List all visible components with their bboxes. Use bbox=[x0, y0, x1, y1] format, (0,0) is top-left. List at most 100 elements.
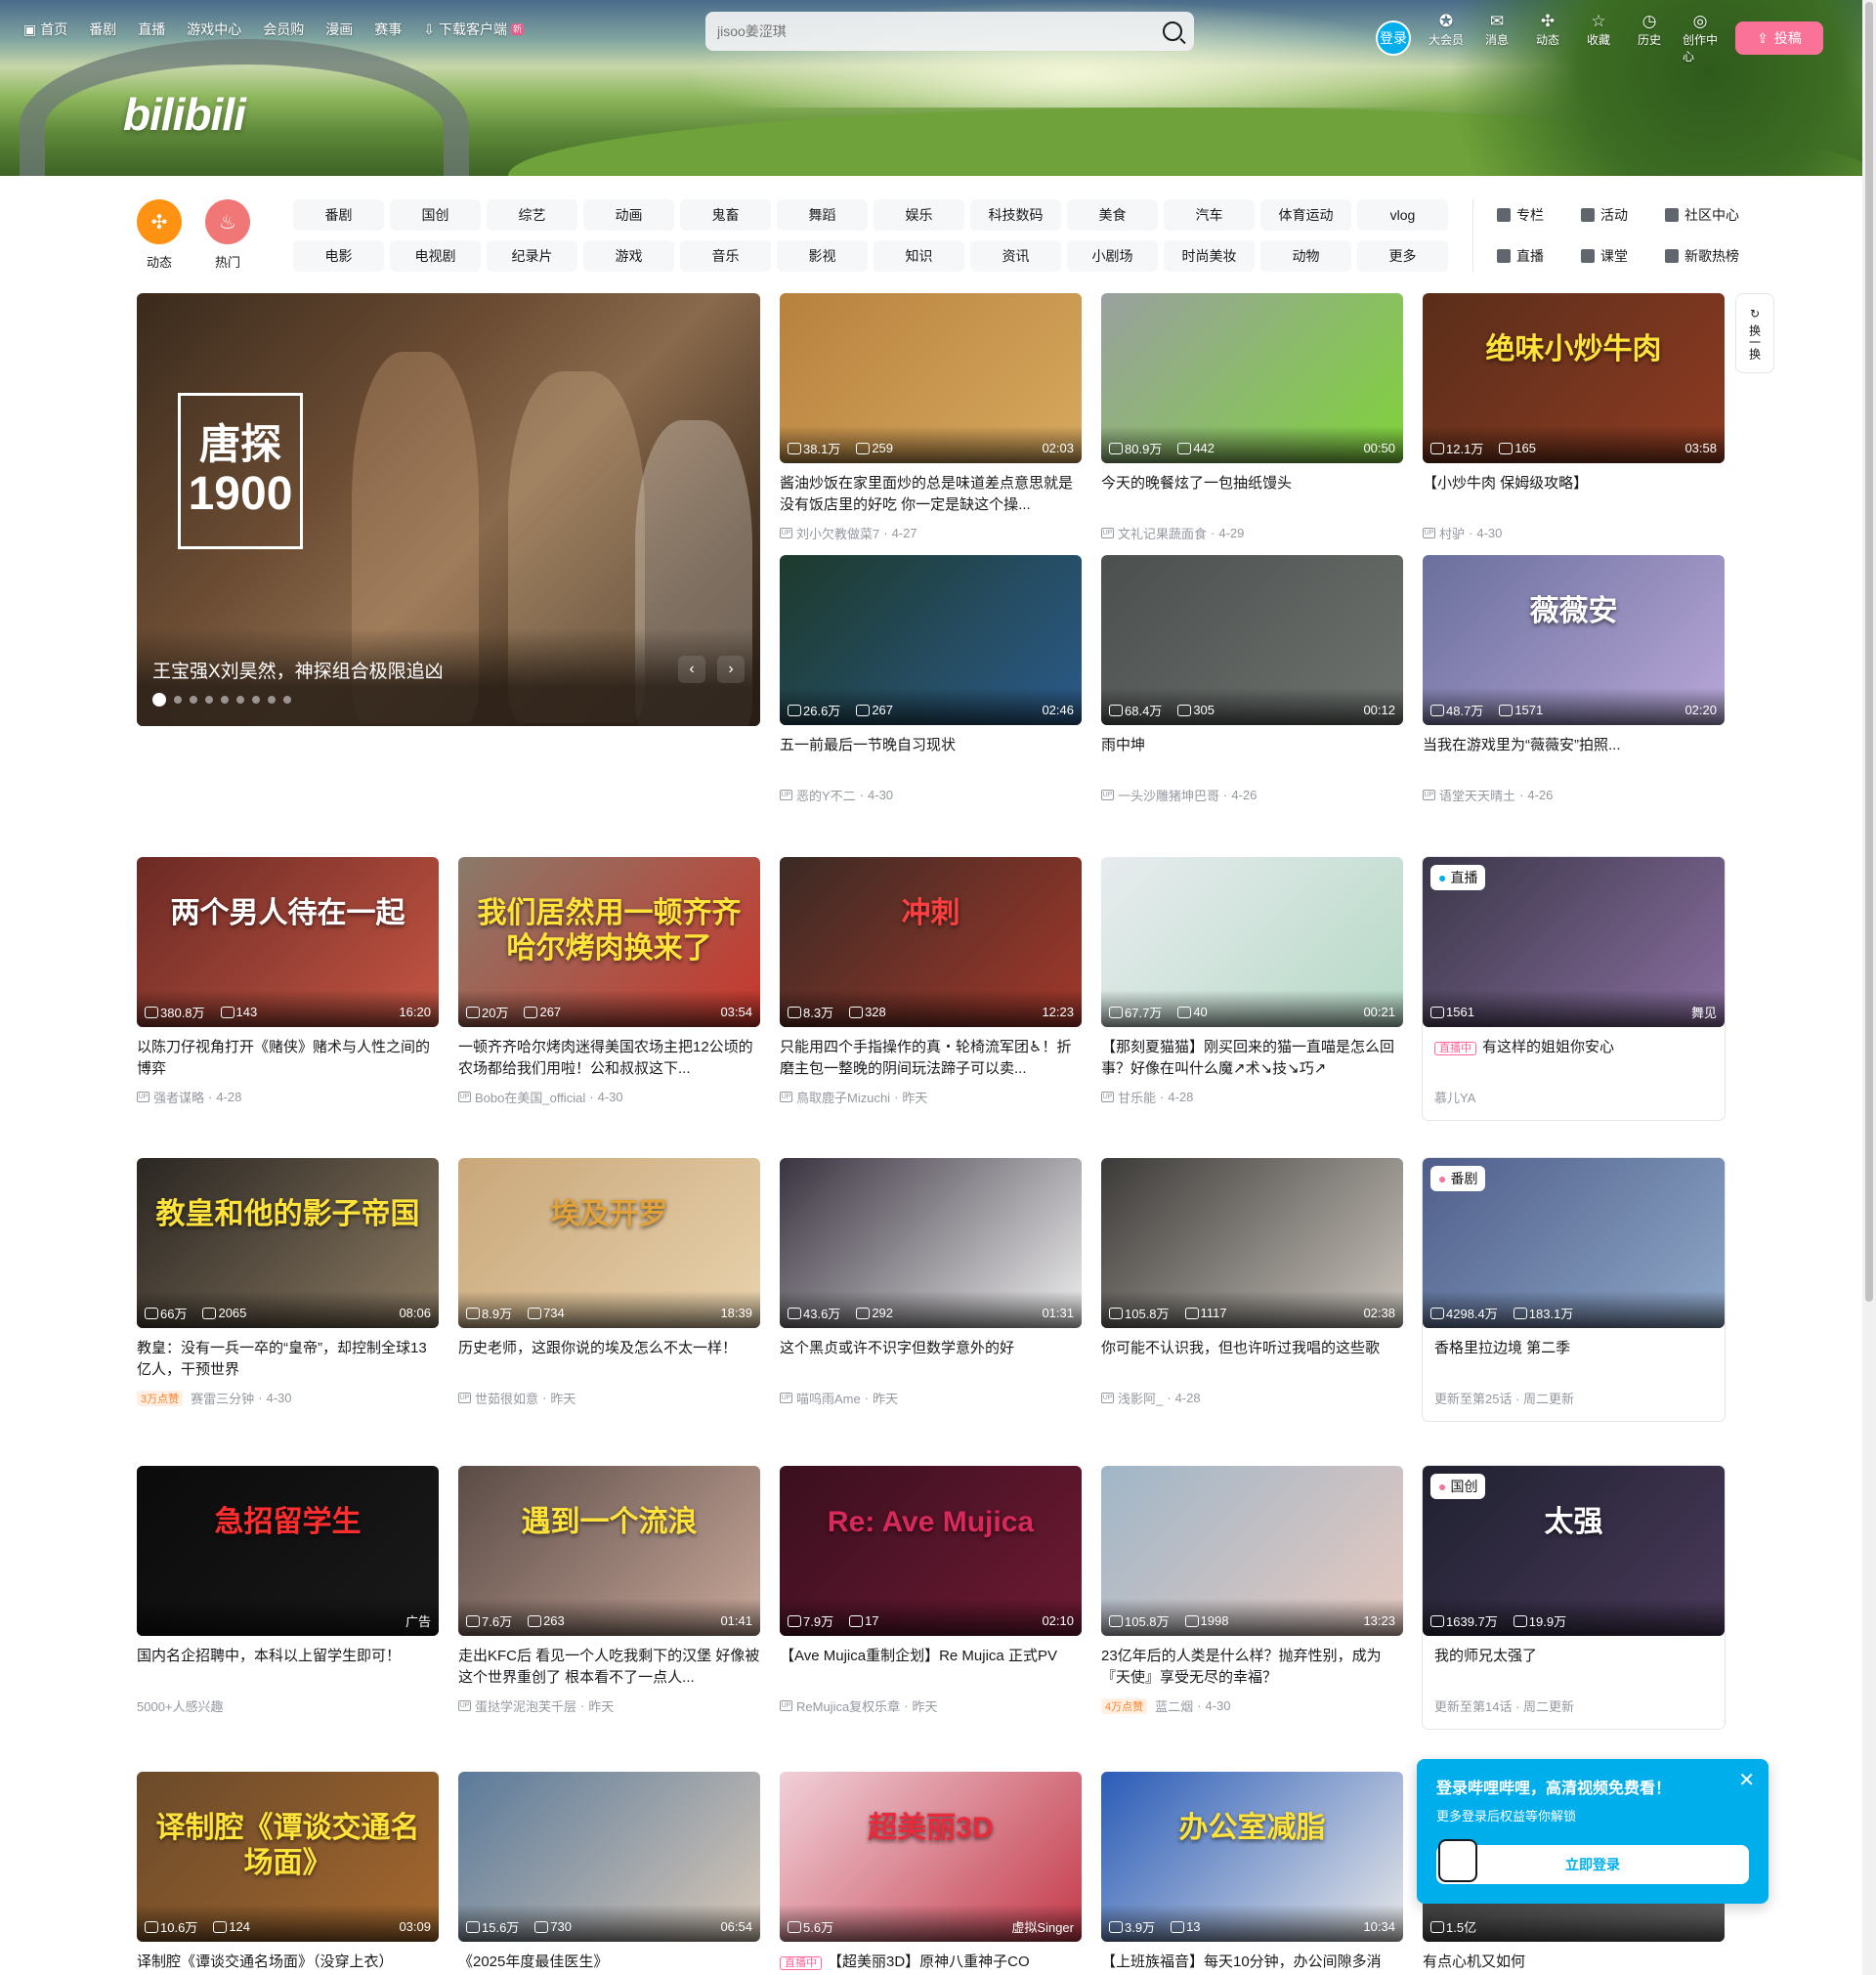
right-nav-message[interactable]: ✉ 消息 bbox=[1479, 12, 1514, 64]
video-title[interactable]: 你可能不认识我，但也许听过我唱的这些歌 bbox=[1101, 1338, 1403, 1381]
right-nav-star[interactable]: ☆ 收藏 bbox=[1581, 12, 1616, 64]
video-title[interactable]: 一顿齐齐哈尔烤肉迷得美国农场主把12公顷的农场都给我们用啦！公和叔叔这下... bbox=[458, 1037, 760, 1080]
carousel-dot[interactable] bbox=[221, 696, 229, 704]
video-thumbnail[interactable]: 冲刺 8.3万 328 12:23 bbox=[780, 857, 1082, 1027]
bilibili-logo[interactable]: bilibili bbox=[123, 88, 246, 141]
video-title[interactable]: 教皇：没有一兵一卒的“皇帝”，却控制全球13亿人，干预世界 bbox=[137, 1338, 439, 1381]
video-card[interactable]: 译制腔《谭谈交通名场面》 10.6万 124 03:09 译制腔《谭谈交通名场面》（没穿… bbox=[137, 1772, 439, 1975]
video-thumbnail[interactable]: Re: Ave Mujica 7.9万 17 02:10 bbox=[780, 1466, 1082, 1636]
channel-tag[interactable]: 体育运动 bbox=[1260, 199, 1351, 231]
video-card[interactable]: 超美丽3D 5.6万 虚拟Singer 直播中 【超美丽3D】原神八重神子CO bbox=[780, 1772, 1082, 1975]
carousel-title[interactable]: 王宝强X刘昊然，神探组合极限追凶 bbox=[152, 657, 444, 683]
video-author[interactable]: 语堂天天晴土 bbox=[1439, 786, 1515, 804]
video-title[interactable]: 当我在游戏里为“薇薇安”拍照... bbox=[1423, 735, 1725, 778]
video-thumbnail[interactable]: 绝味小炒牛肉 12.1万 165 03:58 bbox=[1423, 293, 1725, 463]
close-icon[interactable]: ✕ bbox=[1738, 1771, 1755, 1790]
video-author[interactable]: 蛋挞学泥泡芙千层 bbox=[475, 1696, 576, 1715]
video-card[interactable]: 105.8万 1998 13:23 23亿年后的人类是什么样？抛弃性别，成为『天使』享… bbox=[1101, 1466, 1403, 1715]
video-thumbnail[interactable]: 105.8万 1998 13:23 bbox=[1101, 1466, 1403, 1636]
video-card[interactable]: 68.4万 305 00:12 雨中坤 UP 一头沙雕猪坤巴哥 · 4-26 bbox=[1101, 555, 1403, 804]
video-author[interactable]: 更新至第14话 · 周二更新 bbox=[1434, 1696, 1574, 1715]
video-title[interactable]: 【Ave Mujica重制企划】Re Mujica 正式PV bbox=[780, 1646, 1082, 1689]
video-card[interactable]: 67.7万 40 00:21 【那刻夏猫猫】刚买回来的猫一直喵是怎么回事？好像在叫什么… bbox=[1101, 857, 1403, 1106]
video-author[interactable]: 蓝二烟 bbox=[1155, 1696, 1193, 1715]
video-card[interactable]: 15.6万 730 06:54 《2025年度最佳医生》 bbox=[458, 1772, 760, 1975]
channel-tag[interactable]: 国创 bbox=[390, 199, 481, 231]
search-icon[interactable] bbox=[1163, 21, 1182, 41]
video-card[interactable]: 遇到一个流浪 7.6万 263 01:41 走出KFC后 看见一个人吃我剩下的汉堡 好像… bbox=[458, 1466, 760, 1715]
video-author[interactable]: 鳥取鹿子Mizuchi bbox=[796, 1088, 890, 1106]
video-thumbnail[interactable]: 38.1万 259 02:03 bbox=[780, 293, 1082, 463]
video-thumbnail[interactable]: 105.8万 1117 02:38 bbox=[1101, 1158, 1403, 1328]
video-author[interactable]: ReMujica复权乐章 bbox=[796, 1696, 900, 1715]
carousel-prev-button[interactable]: ‹ bbox=[678, 656, 705, 683]
video-author[interactable]: 恶的Y不二 bbox=[796, 786, 856, 804]
carousel-dot[interactable] bbox=[152, 693, 166, 707]
video-title[interactable]: 香格里拉边境 第二季 bbox=[1423, 1338, 1725, 1381]
carousel-dot[interactable] bbox=[268, 696, 276, 704]
video-thumbnail[interactable]: 办公室减脂 3.9万 13 10:34 bbox=[1101, 1772, 1403, 1942]
video-thumbnail[interactable]: 急招留学生 广告 bbox=[137, 1466, 439, 1636]
video-card[interactable]: 薇薇安 48.7万 1571 02:20 当我在游戏里为“薇薇安”拍照... UP 语堂天天… bbox=[1423, 555, 1725, 804]
hero-carousel[interactable]: 唐探 1900 王宝强X刘昊然，神探组合极限追凶 ‹ › bbox=[137, 293, 760, 726]
top-nav-item[interactable]: 赛事 bbox=[374, 20, 402, 39]
video-card[interactable]: 绝味小炒牛肉 12.1万 165 03:58 【小炒牛肉 保姆级攻略】 UP 村驴 · 4-30 bbox=[1423, 293, 1725, 542]
channel-tag[interactable]: 影视 bbox=[777, 240, 868, 272]
channel-right-link[interactable]: 专栏 bbox=[1497, 199, 1575, 231]
scrollbar-thumb[interactable] bbox=[1865, 2, 1873, 1302]
channel-right-link[interactable]: 直播 bbox=[1497, 240, 1575, 272]
carousel-dot[interactable] bbox=[252, 696, 260, 704]
video-card[interactable]: 两个男人待在一起 380.8万 143 16:20 以陈刀仔视角打开《赌侠》赌术与人性之… bbox=[137, 857, 439, 1106]
channel-tag[interactable]: 纪录片 bbox=[487, 240, 577, 272]
channel-tag[interactable]: 综艺 bbox=[487, 199, 577, 231]
video-title[interactable]: 直播中 【超美丽3D】原神八重神子CO bbox=[780, 1952, 1082, 1975]
video-title[interactable]: 直播中 有这样的姐姐你安心 bbox=[1423, 1037, 1725, 1080]
channel-right-link[interactable]: 新歌热榜 bbox=[1665, 240, 1743, 272]
channel-tag[interactable]: 知识 bbox=[874, 240, 964, 272]
video-thumbnail[interactable]: 26.6万 267 02:46 bbox=[780, 555, 1082, 725]
video-author[interactable]: 强者谋略 bbox=[153, 1088, 204, 1106]
video-title[interactable]: 只能用四个手指操作的真・轮椅流军团♿！折磨主包一整晚的阴间玩法蹄子可以卖... bbox=[780, 1037, 1082, 1080]
video-author[interactable]: 世茹很如意 bbox=[475, 1389, 538, 1407]
channel-tag[interactable]: 资讯 bbox=[970, 240, 1061, 272]
channel-tag[interactable]: 动画 bbox=[583, 199, 674, 231]
video-thumbnail[interactable]: 遇到一个流浪 7.6万 263 01:41 bbox=[458, 1466, 760, 1636]
video-author[interactable]: 刘小欠教做菜7 bbox=[796, 524, 879, 542]
video-title[interactable]: 这个黑贞或许不识字但数学意外的好 bbox=[780, 1338, 1082, 1381]
channel-tag[interactable]: 游戏 bbox=[583, 240, 674, 272]
channel-tag[interactable]: vlog bbox=[1357, 199, 1448, 231]
right-nav-bulb[interactable]: ◎ 创作中心 bbox=[1683, 12, 1718, 64]
video-title[interactable]: 雨中坤 bbox=[1101, 735, 1403, 778]
channel-tag[interactable]: 更多 bbox=[1357, 240, 1448, 272]
channel-right-link[interactable]: 社区中心 bbox=[1665, 199, 1743, 231]
video-author[interactable]: 村驴 bbox=[1439, 524, 1465, 542]
video-author[interactable]: 一头沙雕猪坤巴哥 bbox=[1118, 786, 1219, 804]
video-thumbnail[interactable]: 67.7万 40 00:21 bbox=[1101, 857, 1403, 1027]
channel-tag[interactable]: 番剧 bbox=[293, 199, 384, 231]
video-card[interactable]: 太强 ● 国创 1639.7万 19.9万 我的师兄太强了 更新至第14话 · 周二更新 bbox=[1423, 1466, 1725, 1729]
carousel-dot[interactable] bbox=[190, 696, 197, 704]
video-title[interactable]: 【上班族福音】每天10分钟，办公间隙多消 bbox=[1101, 1952, 1403, 1975]
channel-tag[interactable]: 舞蹈 bbox=[777, 199, 868, 231]
carousel-dot[interactable] bbox=[283, 696, 291, 704]
video-card[interactable]: ● 直播 1561 舞见 直播中 有这样的姐姐你安心 慕儿YA bbox=[1423, 857, 1725, 1120]
video-title[interactable]: 23亿年后的人类是什么样？抛弃性别，成为『天使』享受无尽的幸福？ bbox=[1101, 1646, 1403, 1689]
upload-button[interactable]: ⇪ 投稿 bbox=[1735, 21, 1823, 55]
video-card[interactable]: 办公室减脂 3.9万 13 10:34 【上班族福音】每天10分钟，办公间隙多消 bbox=[1101, 1772, 1403, 1975]
video-title[interactable]: 【那刻夏猫猫】刚买回来的猫一直喵是怎么回事？好像在叫什么魔↗术↘技↘巧↗ bbox=[1101, 1037, 1403, 1080]
top-nav-item[interactable]: 漫画 bbox=[325, 20, 353, 39]
video-title[interactable]: 酱油炒饭在家里面炒的总是味道差点意思就是没有饭店里的好吃 你一定是缺这个操... bbox=[780, 473, 1082, 516]
video-thumbnail[interactable]: 我们居然用一顿齐齐哈尔烤肉换来了 20万 267 03:54 bbox=[458, 857, 760, 1027]
video-author[interactable]: 文礼记果蔬面食 bbox=[1118, 524, 1207, 542]
video-author[interactable]: 5000+人感兴趣 bbox=[137, 1696, 224, 1715]
carousel-dot[interactable] bbox=[236, 696, 244, 704]
channel-tag[interactable]: 音乐 bbox=[680, 240, 771, 272]
video-title[interactable]: 《2025年度最佳医生》 bbox=[458, 1952, 760, 1975]
video-author[interactable]: 赛雷三分钟 bbox=[191, 1389, 254, 1407]
video-title[interactable]: 【小炒牛肉 保姆级攻略】 bbox=[1423, 473, 1725, 516]
video-card[interactable]: 105.8万 1117 02:38 你可能不认识我，但也许听过我唱的这些歌 UP 浅影阿_… bbox=[1101, 1158, 1403, 1407]
video-title[interactable]: 历史老师，这跟你说的埃及怎么不太一样！ bbox=[458, 1338, 760, 1381]
channel-hot[interactable]: ♨ 热门 bbox=[205, 199, 250, 271]
video-thumbnail[interactable]: 43.6万 292 01:31 bbox=[780, 1158, 1082, 1328]
top-nav-item[interactable]: ▣ 首页 bbox=[23, 20, 67, 39]
